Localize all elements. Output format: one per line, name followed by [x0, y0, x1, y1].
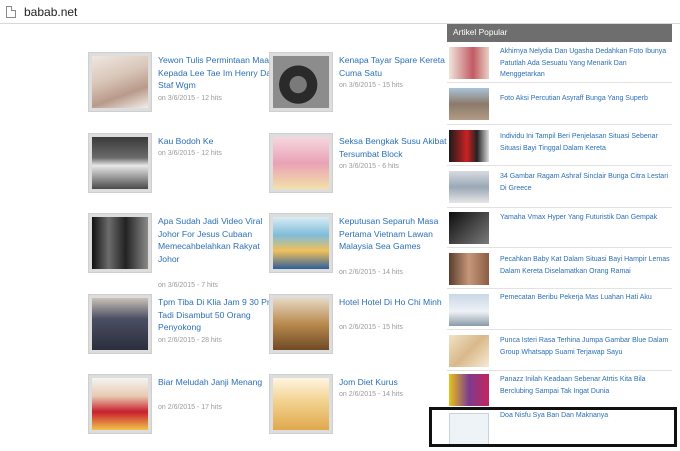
article-title[interactable]: Apa Sudah Jadi Video Viral Johor For Jes…	[158, 215, 276, 265]
popular-thumbnail[interactable]	[449, 88, 489, 120]
page-icon	[6, 5, 16, 18]
popular-item[interactable]: Pecahkan Baby Kat Dalam Situasi Bayi Ham…	[447, 249, 672, 289]
popular-title[interactable]: Akhirnya Nelydia Dan Ugasha Dedahkan Fot…	[500, 46, 670, 81]
popular-thumbnail[interactable]	[449, 47, 489, 79]
popular-thumbnail[interactable]	[449, 335, 489, 367]
popular-title[interactable]: 34 Gambar Ragam Ashraf Sinclair Bunga Ci…	[500, 171, 670, 194]
popular-item[interactable]: Punca Isteri Rasa Terhina Jumpa Gambar B…	[447, 331, 672, 371]
article-meta: on 2/6/2015 - 14 hits	[339, 269, 403, 276]
article-meta: on 2/6/2015 - 17 hits	[158, 404, 222, 411]
article-title[interactable]: Kau Bodoh Ke	[158, 135, 276, 148]
article-title[interactable]: Seksa Bengkak Susu Akibat Tersumbat Bloc…	[339, 135, 457, 160]
article-thumbnail[interactable]	[269, 213, 333, 273]
article-title[interactable]: Yewon Tulis Permintaan Maaf Kepada Lee T…	[158, 54, 276, 92]
popular-thumbnail[interactable]	[449, 253, 489, 285]
popular-item[interactable]: 34 Gambar Ragam Ashraf Sinclair Bunga Ci…	[447, 167, 672, 208]
highlight-box	[429, 407, 677, 447]
article-thumbnail[interactable]	[88, 52, 152, 112]
article-thumbnail[interactable]	[88, 374, 152, 434]
article-thumbnail[interactable]	[269, 374, 333, 434]
article-thumbnail[interactable]	[269, 133, 333, 193]
article-meta: on 3/6/2015 - 7 hits	[158, 282, 218, 289]
article-thumbnail[interactable]	[88, 213, 152, 273]
popular-title[interactable]: Panazz Inilah Keadaan Sebenar Atrtis Kit…	[500, 374, 670, 397]
popular-thumbnail[interactable]	[449, 374, 489, 406]
article-thumbnail[interactable]	[269, 52, 333, 112]
sidebar: Artikel Popular Akhirnya Nelydia Dan Uga…	[447, 24, 680, 451]
popular-thumbnail[interactable]	[449, 294, 489, 326]
popular-item[interactable]: Foto Aksi Percutian Asyraff Bunga Yang S…	[447, 84, 672, 125]
article-thumbnail[interactable]	[88, 133, 152, 193]
url-text[interactable]: babab.net	[24, 5, 77, 19]
article-title[interactable]: Hotel Hotel Di Ho Chi Minh	[339, 296, 457, 309]
popular-title[interactable]: Foto Aksi Percutian Asyraff Bunga Yang S…	[500, 93, 670, 105]
article-thumbnail[interactable]	[88, 294, 152, 354]
article-title[interactable]: Keputusan Separuh Masa Pertama Vietnam L…	[339, 215, 457, 253]
article-title[interactable]: Jom Diet Kurus	[339, 376, 457, 389]
article-meta: on 2/6/2015 - 14 hits	[339, 391, 403, 398]
article-meta: on 2/6/2015 - 15 hits	[339, 324, 403, 331]
article-title[interactable]: Tpm Tiba Di Klia Jam 9 30 Pm Tadi Disamb…	[158, 296, 276, 334]
article-meta: on 3/6/2015 - 6 hits	[339, 163, 399, 170]
article-meta: on 3/6/2015 - 12 hits	[158, 150, 222, 157]
popular-title[interactable]: Individu Ini Tampil Beri Penjelasan Situ…	[500, 131, 670, 154]
popular-title[interactable]: Punca Isteri Rasa Terhina Jumpa Gambar B…	[500, 335, 670, 358]
popular-thumbnail[interactable]	[449, 130, 489, 162]
article-meta: on 3/6/2015 - 15 hits	[339, 82, 403, 89]
popular-title[interactable]: Yamaha Vmax Hyper Yang Futuristik Dan Ge…	[500, 212, 670, 224]
article-grid: Yewon Tulis Permintaan Maaf Kepada Lee T…	[0, 24, 447, 451]
article-meta: on 3/6/2015 - 12 hits	[158, 95, 222, 102]
popular-item[interactable]: Yamaha Vmax Hyper Yang Futuristik Dan Ge…	[447, 209, 672, 248]
address-bar[interactable]: babab.net	[0, 0, 680, 24]
sidebar-heading-text: Artikel Popular	[453, 27, 508, 37]
popular-item[interactable]: Akhirnya Nelydia Dan Ugasha Dedahkan Fot…	[447, 44, 672, 83]
popular-thumbnail[interactable]	[449, 212, 489, 244]
popular-item[interactable]: Pemecatan Beribu Pekerja Mas Luahan Hati…	[447, 290, 672, 330]
sidebar-heading: Artikel Popular	[447, 24, 672, 42]
popular-item[interactable]: Panazz Inilah Keadaan Sebenar Atrtis Kit…	[447, 372, 672, 410]
article-title[interactable]: Biar Meludah Janji Menang	[158, 376, 276, 389]
article-thumbnail[interactable]	[269, 294, 333, 354]
article-meta: on 2/6/2015 - 28 hits	[158, 337, 222, 344]
popular-item[interactable]: Individu Ini Tampil Beri Penjelasan Situ…	[447, 126, 672, 166]
popular-title[interactable]: Pecahkan Baby Kat Dalam Situasi Bayi Ham…	[500, 254, 670, 277]
popular-title[interactable]: Pemecatan Beribu Pekerja Mas Luahan Hati…	[500, 292, 670, 304]
popular-thumbnail[interactable]	[449, 171, 489, 203]
article-title[interactable]: Kenapa Tayar Spare Kereta Cuma Satu	[339, 54, 457, 79]
